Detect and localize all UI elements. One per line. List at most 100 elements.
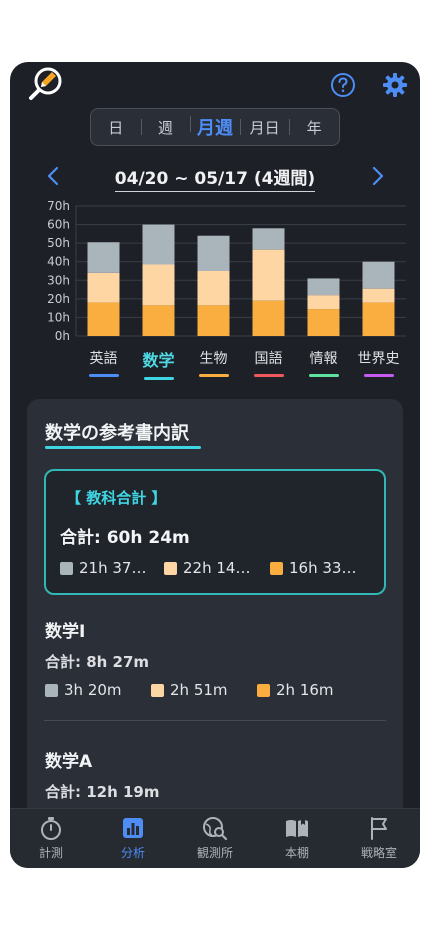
subject-label: 国語 xyxy=(254,351,283,367)
bar-segment[interactable] xyxy=(252,300,285,336)
book-title[interactable]: 数学A xyxy=(45,747,92,772)
bar-segment[interactable] xyxy=(142,305,175,336)
subject-tabs: 英語 数学 生物 国語 情報 世界史 xyxy=(10,347,420,380)
y-tick-label: 30h xyxy=(47,273,70,287)
subject-tab[interactable]: 情報 xyxy=(294,348,354,377)
tab-label: 計測 xyxy=(38,846,63,860)
legend-item: 16h 33… xyxy=(270,559,356,577)
subject-total-legend: 21h 37… 22h 14… 16h 33… xyxy=(60,559,356,577)
y-tick-label: 20h xyxy=(47,292,70,306)
subject-color-bar xyxy=(253,374,284,377)
swatch xyxy=(270,561,283,575)
bar-segment[interactable] xyxy=(142,264,175,306)
legend-item: 2h 16m xyxy=(257,681,334,699)
bar-segment[interactable] xyxy=(87,272,120,303)
period-tab-day[interactable]: 日 xyxy=(91,117,141,138)
legend-item: 21h 37… xyxy=(60,559,164,577)
subject-tab[interactable]: 生物 xyxy=(184,348,244,377)
book-total: 合計: 12h 19m xyxy=(45,783,160,801)
y-tick-label: 70h xyxy=(47,199,70,213)
subject-label: 数学 xyxy=(142,351,175,370)
bar-segment[interactable] xyxy=(252,228,285,250)
swatch xyxy=(151,683,164,697)
tab-bookshelf[interactable]: 本棚 xyxy=(256,815,338,861)
period-tab-week[interactable]: 週 xyxy=(140,117,191,138)
tab-analysis[interactable]: 分析 xyxy=(92,815,174,861)
y-tick-label: 40h xyxy=(47,255,70,269)
bar-segment[interactable] xyxy=(307,278,340,296)
legend-value: 16h 33… xyxy=(289,559,357,577)
tab-label: 戦略室 xyxy=(360,846,397,860)
subject-color-bar xyxy=(143,377,174,380)
swatch xyxy=(257,683,270,697)
bar-segment[interactable] xyxy=(142,224,175,265)
bar-segment[interactable] xyxy=(362,288,395,303)
tab-measure[interactable]: 計測 xyxy=(10,815,92,861)
subject-total-value: 合計: 60h 24m xyxy=(60,528,190,548)
y-tick-label: 50h xyxy=(47,236,70,250)
subject-tab[interactable]: 英語 xyxy=(74,348,134,377)
swatch xyxy=(164,561,177,575)
period-segmented-control: 日 週 月週 月日 年 xyxy=(90,108,340,146)
bar-segment[interactable] xyxy=(252,249,285,301)
bar-segment[interactable] xyxy=(87,302,120,336)
period-tab-year[interactable]: 年 xyxy=(289,117,339,138)
top-bar xyxy=(10,62,420,106)
tab-observatory[interactable]: 観測所 xyxy=(174,815,256,861)
bar-segment[interactable] xyxy=(307,309,340,336)
subject-total-label: 【 教科合計 】 xyxy=(66,489,167,507)
subject-tab[interactable]: 国語 xyxy=(239,348,299,377)
legend-item: 2h 51m xyxy=(151,681,257,699)
magnifier-pen-logo-icon[interactable] xyxy=(26,66,66,102)
legend-value: 22h 14… xyxy=(183,559,251,577)
tab-strategy[interactable]: 戦略室 xyxy=(338,815,420,861)
breakdown-title: 数学の参考書内訳 xyxy=(45,423,189,444)
bar-segment[interactable] xyxy=(362,302,395,336)
app-screen: 日 週 月週 月日 年 04/20 ~ 05/17 (4週間) 0h 10h 20h… xyxy=(10,62,420,868)
subject-tab[interactable]: 数学 xyxy=(129,347,189,380)
divider xyxy=(44,720,386,721)
subject-tab[interactable]: 世界史 xyxy=(349,348,409,377)
period-tab-month-day[interactable]: 月日 xyxy=(239,117,290,138)
legend-item: 3h 20m xyxy=(45,681,151,699)
swatch xyxy=(45,683,58,697)
date-range-row: 04/20 ~ 05/17 (4週間) xyxy=(10,160,420,192)
tab-label: 観測所 xyxy=(196,846,233,860)
gear-icon[interactable] xyxy=(382,72,408,98)
subject-color-bar xyxy=(198,374,229,377)
chevron-right-icon[interactable] xyxy=(365,164,389,188)
legend-value: 3h 20m xyxy=(64,681,122,699)
y-tick-label: 60h xyxy=(47,218,70,232)
book-title[interactable]: 数学I xyxy=(45,617,85,642)
tab-label: 分析 xyxy=(120,846,145,860)
bar-chart-icon xyxy=(123,818,143,838)
question-circle-icon[interactable] xyxy=(330,72,356,98)
book-legend: 3h 20m 2h 51m 2h 16m xyxy=(45,681,334,699)
subject-total-box: 【 教科合計 】 合計: 60h 24m 21h 37… 22h 14… 16h… xyxy=(44,469,386,595)
globe-search-icon xyxy=(203,817,228,841)
date-range-label[interactable]: 04/20 ~ 05/17 (4週間) xyxy=(10,164,420,192)
title-underline xyxy=(45,446,201,449)
bar-segment[interactable] xyxy=(362,261,395,289)
subject-label: 英語 xyxy=(89,351,118,367)
subject-color-bar xyxy=(308,374,339,377)
subject-color-bar xyxy=(88,374,119,377)
bar-segment[interactable] xyxy=(87,242,120,273)
subject-label: 世界史 xyxy=(357,351,400,367)
legend-value: 2h 51m xyxy=(170,681,228,699)
subject-label: 生物 xyxy=(199,351,228,367)
swatch xyxy=(60,561,73,575)
period-tab-month-week[interactable]: 月週 xyxy=(190,114,240,140)
open-book-icon xyxy=(286,818,308,837)
legend-item: 22h 14… xyxy=(164,559,270,577)
stopwatch-icon xyxy=(41,817,61,840)
breakdown-card: 数学の参考書内訳 【 教科合計 】 合計: 60h 24m 21h 37… 22… xyxy=(27,399,403,868)
bottom-tab-bar: 計測 分析 観測所 本棚 戦略室 xyxy=(10,808,420,868)
bar-segment[interactable] xyxy=(197,271,230,306)
y-tick-label: 0h xyxy=(55,329,70,343)
y-tick-label: 10h xyxy=(47,310,70,324)
bar-segment[interactable] xyxy=(197,235,230,271)
bar-segment[interactable] xyxy=(197,305,230,336)
bar-segment[interactable] xyxy=(307,295,340,310)
legend-value: 21h 37… xyxy=(79,559,147,577)
